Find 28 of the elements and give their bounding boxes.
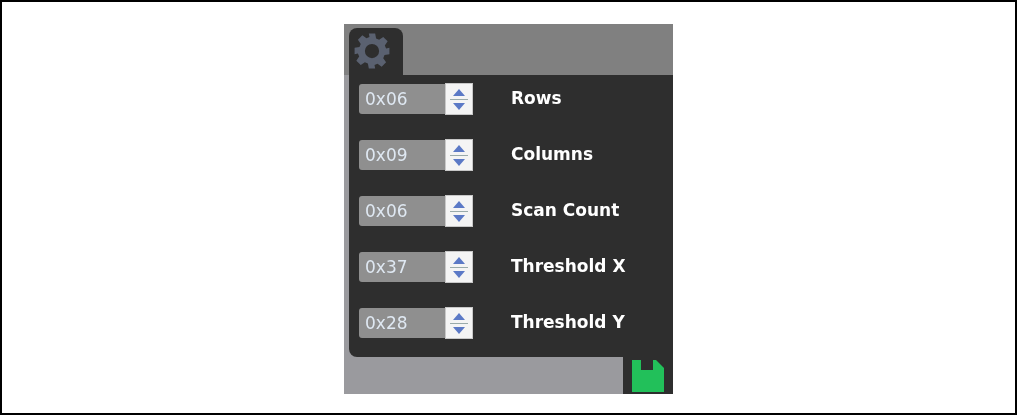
down-arrow-icon xyxy=(453,102,465,110)
settings-tab[interactable] xyxy=(349,28,403,75)
value-field[interactable]: 0x06 xyxy=(359,196,445,226)
up-arrow-icon xyxy=(453,200,465,208)
spin-button[interactable] xyxy=(445,195,473,227)
spin-button[interactable] xyxy=(445,307,473,339)
spin-button[interactable] xyxy=(445,83,473,115)
save-icon[interactable] xyxy=(632,359,664,392)
up-arrow-icon xyxy=(453,256,465,264)
spin-button[interactable] xyxy=(445,139,473,171)
spin-button[interactable] xyxy=(445,251,473,283)
setting-label: Rows xyxy=(511,87,562,111)
up-arrow-icon xyxy=(453,88,465,96)
setting-label: Columns xyxy=(511,143,594,167)
value-field[interactable]: 0x09 xyxy=(359,140,445,170)
up-arrow-icon xyxy=(453,144,465,152)
value-field[interactable]: 0x28 xyxy=(359,308,445,338)
settings-icon xyxy=(353,32,391,70)
value-field[interactable]: 0x37 xyxy=(359,252,445,282)
setting-label: Scan Count xyxy=(511,199,620,223)
down-arrow-icon xyxy=(453,326,465,334)
setting-label: Threshold Y xyxy=(511,311,625,335)
down-arrow-icon xyxy=(453,214,465,222)
down-arrow-icon xyxy=(453,270,465,278)
setting-label: Threshold X xyxy=(511,255,626,279)
up-arrow-icon xyxy=(453,312,465,320)
down-arrow-icon xyxy=(453,158,465,166)
value-field[interactable]: 0x06 xyxy=(359,84,445,114)
